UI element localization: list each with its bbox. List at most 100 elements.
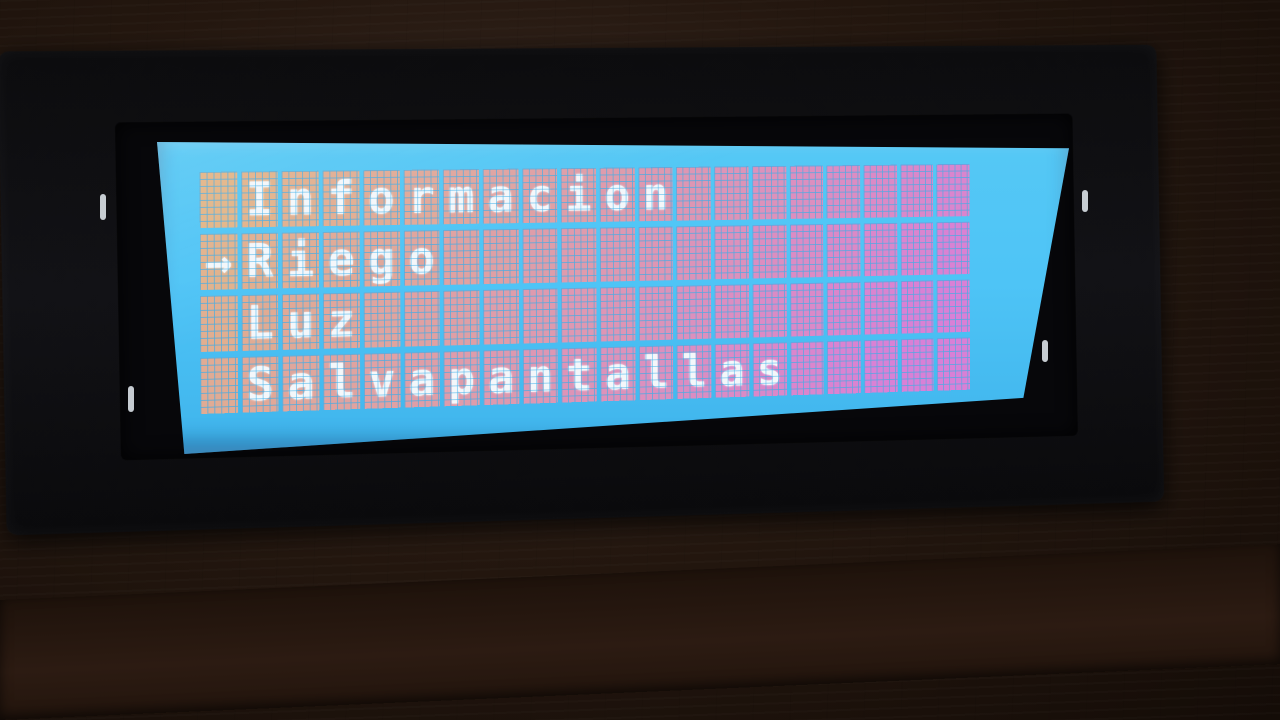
lcd-cell-r4-c6: a [403, 351, 441, 408]
lcd-cell-r3-c19 [900, 280, 934, 334]
lcd-cell-r2-c6: o [403, 230, 440, 286]
lcd-cell-r2-c9 [522, 228, 558, 284]
lcd-cell-r2-c10 [561, 227, 597, 283]
lcd-cell-r4-c17 [827, 340, 861, 395]
lcd-cell-r4-c19 [900, 338, 934, 392]
photo-scene: In f o r m a c i o n → Ri e g o Lu z Sa l v a p a n t a l l a s [0, 0, 1280, 720]
lcd-char: S [246, 357, 274, 412]
lcd-cell-r2-c19 [900, 222, 934, 276]
lcd-cell-r1-c1 [199, 171, 238, 228]
lcd-cell-r1-c14 [714, 166, 749, 221]
lcd-cell-r1-c13 [676, 166, 711, 221]
lcd-cell-r4-c8: a [483, 349, 519, 406]
lcd-cell-r1-c10: i [560, 167, 597, 223]
lcd-cell-r1-c6: r [403, 169, 440, 225]
lcd-cell-r2-c11 [599, 227, 635, 282]
lcd-char: l [328, 354, 356, 409]
lcd-char: a [287, 355, 315, 411]
lcd-cell-r3-c13 [676, 285, 712, 340]
lcd-char: a [487, 350, 515, 404]
lcd-cell-r3-c5 [363, 291, 400, 348]
lcd-cell-r3-c17 [826, 281, 861, 336]
lcd-cell-r4-c18 [864, 339, 898, 393]
lcd-cell-r4-c1 [200, 357, 238, 415]
lcd-cell-r4-c3: a [282, 354, 320, 412]
lcd-char: l [681, 345, 707, 398]
lcd-cell-r2-c2: R [241, 232, 279, 290]
lcd-cell-r2-c8 [482, 228, 519, 285]
lcd-cell-r1-c17 [826, 165, 861, 219]
wooden-shelf [0, 544, 1280, 720]
lcd-cell-r2-c16 [789, 224, 824, 278]
lcd-char: v [368, 353, 396, 408]
lcd-char: u [287, 294, 315, 349]
lcd-cell-r4-c5: v [363, 352, 401, 409]
lcd-char: l [643, 346, 669, 400]
lcd-cell-r3-c4: z [323, 292, 360, 349]
lcd-cell-r1-c16 [789, 165, 824, 219]
lcd-cell-r4-c7: p [443, 350, 480, 407]
lcd-cell-r2-c12 [638, 226, 674, 281]
lcd-cell-r2-c20 [936, 221, 970, 275]
lcd-cell-r4-c14: a [714, 343, 750, 398]
lcd-cell-r3-c2: L [241, 294, 279, 351]
lcd-cell-r2-c14 [714, 225, 749, 280]
lcd-char: f [327, 171, 355, 226]
menu-cursor-arrow: → [204, 234, 233, 289]
lcd-char: I [245, 172, 274, 227]
lcd-char: a [408, 352, 436, 407]
lcd-char: L [246, 295, 274, 350]
lcd-char: s [757, 343, 783, 396]
lcd-cell-r2-c15 [752, 224, 787, 279]
lcd-cell-r3-c15 [752, 283, 787, 338]
lcd-cell-r1-c7: m [443, 169, 480, 225]
lcd-char: g [368, 231, 395, 286]
lcd-cell-r1-c5: o [363, 169, 400, 226]
lcd-cell-r3-c11 [600, 286, 636, 342]
lcd-cell-r3-c7 [443, 290, 480, 346]
lcd-cell-r3-c18 [863, 281, 898, 335]
lcd-char: e [327, 232, 355, 287]
lcd-char: a [719, 344, 745, 397]
lcd-cell-r2-c4: e [322, 231, 360, 288]
lcd-char: i [565, 168, 592, 222]
lcd-char: n [286, 171, 315, 226]
lcd-cell-r4-c2: S [241, 355, 279, 413]
lcd-cell-r2-c3: i [282, 232, 320, 289]
lcd-char: t [566, 348, 593, 402]
lcd-cell-r3-c12 [638, 285, 674, 341]
lcd-cell-r4-c20 [937, 337, 971, 391]
lcd-char: m [447, 170, 475, 224]
lcd-cell-r4-c10: t [561, 347, 597, 403]
lcd-cell-r3-c1 [200, 295, 238, 353]
lcd-cell-r3-c10 [561, 287, 597, 343]
lcd-cell-r1-c2: I [240, 171, 279, 228]
lcd-char: i [287, 233, 315, 288]
lcd-cell-r1-c8: a [482, 168, 519, 224]
lcd-cell-r4-c12: l [638, 345, 674, 401]
lcd-cell-r3-c14 [714, 284, 749, 339]
lcd-cell-r3-c8 [483, 289, 519, 345]
lcd-char: p [448, 351, 475, 406]
lcd-cell-r2-c18 [863, 222, 898, 277]
lcd-cell-r3-c16 [789, 282, 824, 337]
mount-notch-bottom-right [1042, 340, 1048, 362]
lcd-char: a [604, 347, 631, 401]
mount-notch-top-left [100, 194, 106, 220]
lcd-cell-r4-c11: a [600, 346, 636, 402]
lcd-char: o [604, 168, 631, 221]
lcd-cell-r1-c12: n [638, 167, 673, 222]
lcd-cell-r3-c3: u [282, 293, 320, 350]
lcd-cell-r1-c15 [752, 165, 787, 220]
lcd-cell-r1-c18 [863, 164, 897, 218]
lcd-char: n [527, 349, 554, 403]
lcd-cell-r4-c16 [790, 341, 824, 396]
lcd-character-grid: In f o r m a c i o n → Ri e g o Lu z Sa l v a p a n t a l l a s [199, 163, 971, 415]
mount-notch-bottom-left [128, 386, 134, 412]
lcd-char: c [526, 169, 553, 222]
lcd-char: a [487, 169, 514, 223]
lcd-char: r [407, 170, 435, 224]
lcd-cell-r1-c19 [900, 164, 934, 218]
lcd-cell-r2-c13 [676, 225, 712, 281]
lcd-cell-r4-c4: l [323, 353, 361, 411]
